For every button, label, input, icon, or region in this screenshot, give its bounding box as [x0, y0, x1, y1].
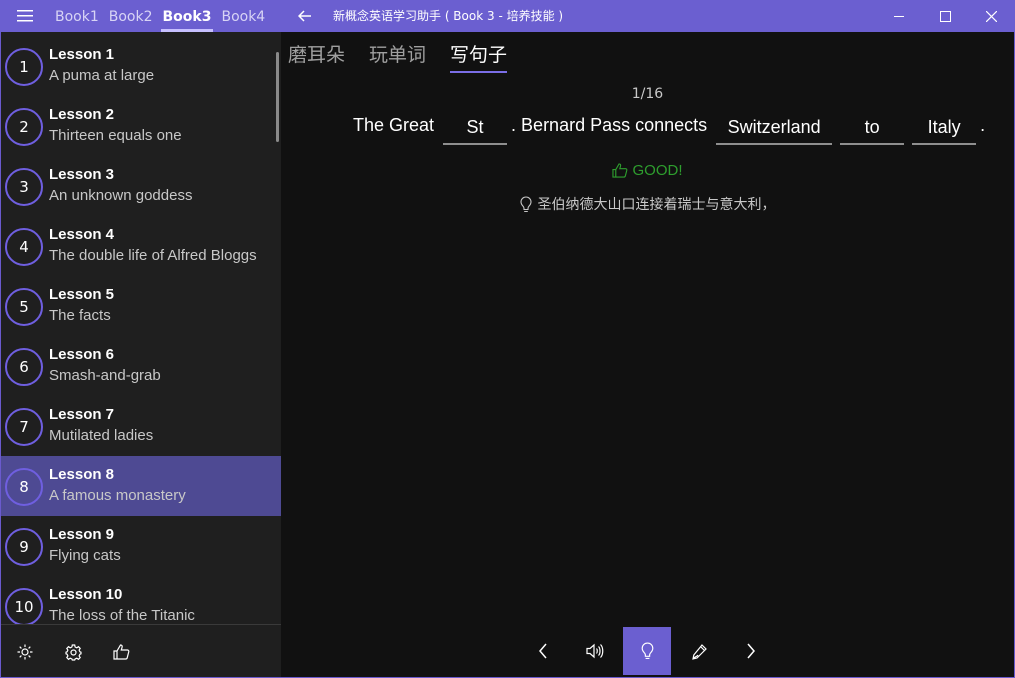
lesson-title: Lesson 6 [49, 346, 115, 363]
app-title: 新概念英语学习助手 ( Book 3 - 培养技能 ) [333, 9, 564, 23]
lesson-subtitle: The facts [49, 307, 111, 324]
thumbs-up-icon [612, 163, 628, 178]
hamburger-menu-icon[interactable] [0, 0, 50, 32]
blank-input[interactable]: Switzerland [716, 110, 833, 145]
progress-counter: 1/16 [631, 86, 664, 102]
lesson-subtitle: A famous monastery [49, 487, 186, 504]
blank-input[interactable]: Italy [912, 110, 977, 145]
lesson-number-circle: 6 [5, 348, 43, 386]
lesson-number-circle: 3 [5, 168, 43, 206]
lesson-item-1[interactable]: 1 Lesson 1 A puma at large [1, 36, 281, 96]
playback-controls [517, 627, 777, 675]
lesson-title: Lesson 1 [49, 46, 115, 63]
lesson-item-2[interactable]: 2 Lesson 2 Thirteen equals one [1, 96, 281, 156]
lesson-subtitle: Flying cats [49, 547, 121, 564]
thumbs-up-icon[interactable] [97, 634, 145, 670]
lesson-item-6[interactable]: 6 Lesson 6 Smash-and-grab [1, 336, 281, 396]
lesson-item-5[interactable]: 5 Lesson 5 The facts [1, 276, 281, 336]
lesson-number-circle: 4 [5, 228, 43, 266]
book-tab-1[interactable]: Book1 [50, 0, 104, 32]
previous-button[interactable] [517, 627, 569, 675]
lesson-sidebar: 1 Lesson 1 A puma at large 2 Lesson 2 Th… [1, 32, 281, 677]
sidebar-divider [1, 624, 281, 625]
lesson-item-4[interactable]: 4 Lesson 4 The double life of Alfred Blo… [1, 216, 281, 276]
lesson-title: Lesson 5 [49, 286, 115, 303]
lesson-number-circle: 8 [5, 468, 43, 506]
minimize-icon[interactable] [876, 0, 922, 32]
lightbulb-icon [641, 642, 653, 659]
lesson-item-10[interactable]: 10 Lesson 10 The loss of the Titanic [1, 576, 281, 624]
lesson-item-3[interactable]: 3 Lesson 3 An unknown goddess [1, 156, 281, 216]
lesson-number-circle: 9 [5, 528, 43, 566]
lesson-title: Lesson 9 [49, 526, 115, 543]
lesson-subtitle: A puma at large [49, 67, 155, 84]
chevron-left-icon [539, 643, 547, 659]
lesson-subtitle: Mutilated ladies [49, 427, 154, 444]
book-tab-4[interactable]: Book4 [216, 0, 270, 32]
tab-listen[interactable]: 磨耳朵 [288, 40, 345, 73]
write-button[interactable] [673, 627, 725, 675]
book-tab-3[interactable]: Book3 [158, 0, 217, 32]
lesson-item-7[interactable]: 7 Lesson 7 Mutilated ladies [1, 396, 281, 456]
lesson-title: Lesson 2 [49, 106, 115, 123]
sentence-exercise: The Great St . Bernard Pass connects Swi… [353, 110, 985, 145]
lesson-subtitle: Smash-and-grab [49, 367, 161, 384]
lesson-subtitle: The loss of the Titanic [49, 607, 195, 624]
lesson-number-circle: 10 [5, 588, 43, 624]
close-icon[interactable] [968, 0, 1014, 32]
lesson-list: 1 Lesson 1 A puma at large 2 Lesson 2 Th… [1, 36, 281, 624]
lesson-subtitle: An unknown goddess [49, 187, 193, 204]
tab-sentences[interactable]: 写句子 [450, 40, 508, 73]
next-button[interactable] [725, 627, 777, 675]
lesson-title: Lesson 10 [49, 586, 123, 603]
chevron-right-icon [747, 643, 755, 659]
gear-icon[interactable] [49, 634, 97, 670]
lesson-subtitle: The double life of Alfred Bloggs [49, 247, 257, 264]
feedback-text: GOOD! [632, 162, 683, 179]
speaker-icon [586, 643, 604, 659]
lesson-subtitle: Thirteen equals one [49, 127, 182, 144]
hint-button[interactable] [623, 627, 671, 675]
maximize-icon[interactable] [922, 0, 968, 32]
hint-text: 圣伯纳德大山口连接着瑞士与意大利， [537, 197, 776, 213]
lesson-title: Lesson 3 [49, 166, 115, 183]
lesson-number-circle: 5 [5, 288, 43, 326]
back-arrow-icon[interactable] [288, 0, 322, 32]
lesson-title: Lesson 8 [49, 466, 115, 483]
lesson-title: Lesson 4 [49, 226, 115, 243]
lesson-item-9[interactable]: 9 Lesson 9 Flying cats [1, 516, 281, 576]
tab-words[interactable]: 玩单词 [369, 40, 426, 73]
sentence-text: The Great [353, 115, 440, 135]
feedback-message: GOOD! [281, 162, 1014, 179]
sentence-text: . Bernard Pass connects [511, 115, 713, 135]
sidebar-footer [1, 632, 281, 672]
lightbulb-icon [519, 195, 532, 212]
main-panel: 磨耳朵 玩单词 写句子 1/16 The Great St . Bernard … [281, 32, 1014, 677]
title-bar: Book1 Book2 Book3 Book4 新概念英语学习助手 ( Book… [0, 0, 1015, 32]
lesson-number-circle: 1 [5, 48, 43, 86]
lesson-number-circle: 7 [5, 408, 43, 446]
play-audio-button[interactable] [569, 627, 621, 675]
translation-hint: 圣伯纳德大山口连接着瑞士与意大利， [281, 194, 1014, 214]
mode-tabs: 磨耳朵 玩单词 写句子 [288, 40, 531, 73]
lesson-number-circle: 2 [5, 108, 43, 146]
blank-input[interactable]: to [840, 110, 905, 145]
sentence-text: . [980, 115, 986, 135]
blank-input[interactable]: St [443, 110, 508, 145]
lesson-title: Lesson 7 [49, 406, 115, 423]
sidebar-scrollbar[interactable] [276, 52, 279, 142]
pen-icon [691, 643, 707, 660]
brightness-icon[interactable] [1, 634, 49, 670]
lesson-item-8[interactable]: 8 Lesson 8 A famous monastery [1, 456, 281, 516]
book-tab-2[interactable]: Book2 [104, 0, 158, 32]
